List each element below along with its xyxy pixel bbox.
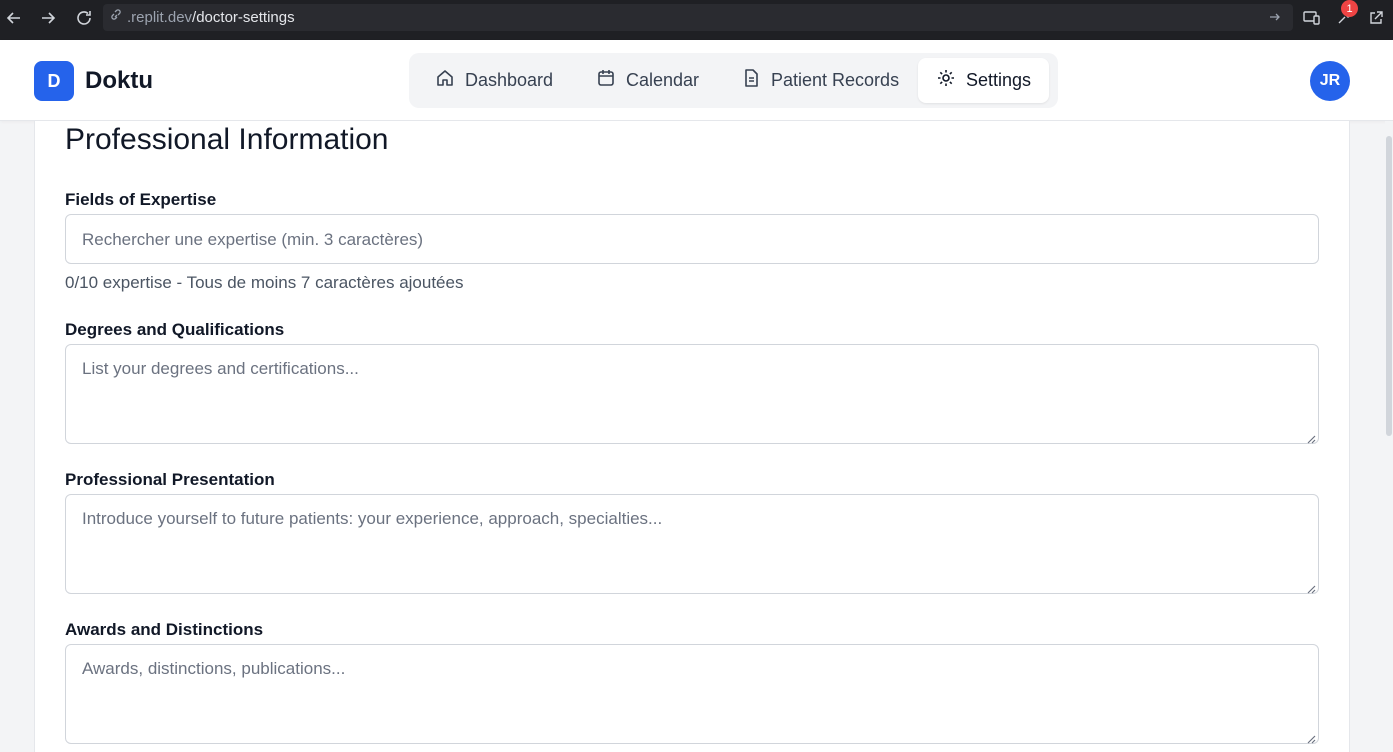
resize-handle-icon[interactable] [1306,431,1316,444]
home-icon [435,68,455,93]
nav-label: Calendar [626,70,700,90]
awards-label: Awards and Distinctions [65,620,264,639]
nav-label: Dashboard [465,70,554,90]
url-domain: .replit.dev [127,9,193,26]
nav-label: Settings [966,70,1032,90]
link-icon [109,9,123,28]
presentation-textarea[interactable]: Introduce yourself to future patients: y… [65,494,1319,594]
url-text: .replit.dev/doctor-settings [127,9,295,26]
nav-item-patient-records[interactable]: Patient Records [723,58,917,103]
section-title: Professional Information [65,123,389,156]
presentation-label: Professional Presentation [65,470,275,489]
scroll-thumb[interactable] [1386,136,1392,436]
open-external-icon[interactable] [1362,4,1390,32]
nav-label: Patient Records [771,70,900,90]
expertise-label: Fields of Expertise [65,190,217,209]
url-path: /doctor-settings [192,9,295,26]
main-nav: Dashboard Calendar Patient Records Setti… [409,53,1058,108]
logo-mark[interactable]: D [34,61,74,101]
awards-placeholder: Awards, distinctions, publications... [82,659,346,678]
calendar-icon [596,68,616,93]
go-arrow-icon[interactable] [1269,10,1281,28]
degrees-textarea[interactable]: List your degrees and certifications... [65,344,1319,444]
expertise-hint: 0/10 expertise - Tous de moins 7 caractè… [65,273,464,292]
address-bar[interactable]: .replit.dev/doctor-settings [103,4,1293,31]
app-name[interactable]: Doktu [85,67,153,95]
nav-item-calendar[interactable]: Calendar [578,58,717,103]
expertise-placeholder: Rechercher une expertise (min. 3 caractè… [82,230,424,249]
back-arrow-icon[interactable] [0,4,28,32]
resize-handle-icon[interactable] [1306,581,1316,594]
avatar[interactable]: JR [1310,61,1350,101]
forward-arrow-icon[interactable] [34,4,62,32]
awards-textarea[interactable]: Awards, distinctions, publications... [65,644,1319,744]
nav-item-settings[interactable]: Settings [918,58,1050,103]
nav-item-dashboard[interactable]: Dashboard [417,58,571,103]
resize-handle-icon[interactable] [1306,731,1316,744]
file-icon [741,68,761,93]
degrees-placeholder: List your degrees and certifications... [82,359,359,378]
page-scrollbar[interactable] [1385,121,1393,752]
reload-icon[interactable] [70,4,98,32]
expertise-search-input[interactable]: Rechercher une expertise (min. 3 caractè… [65,214,1319,264]
browser-toolbar: .replit.dev/doctor-settings 1 [0,0,1393,40]
presentation-placeholder: Introduce yourself to future patients: y… [82,509,663,528]
notification-badge: 1 [1341,0,1358,17]
gear-icon [936,68,956,93]
devices-icon[interactable] [1298,4,1326,32]
degrees-label: Degrees and Qualifications [65,320,285,339]
app-header: D Doktu Dashboard Calendar Patient Recor… [0,40,1393,121]
